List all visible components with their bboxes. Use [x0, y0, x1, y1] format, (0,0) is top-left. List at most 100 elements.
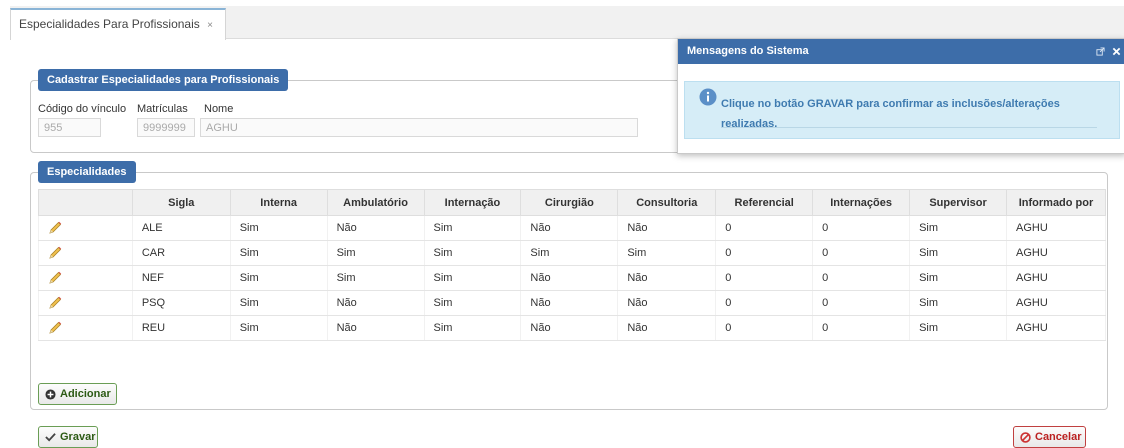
table-cell: Sim — [229, 265, 328, 291]
codigo-label: Código do vínculo — [38, 103, 127, 115]
cadastro-legend: Cadastrar Especialidades para Profission… — [38, 69, 289, 91]
table-cell: Não — [326, 215, 425, 241]
check-icon — [45, 432, 56, 442]
table-cell: Sim — [909, 240, 1008, 266]
table-cell: Sim — [423, 215, 522, 241]
column-header-actions — [38, 189, 133, 216]
table-cell: Sim — [423, 315, 522, 341]
table-cell: ALE — [131, 215, 231, 241]
table-cell: Não — [520, 315, 619, 341]
table-cell: AGHU — [1006, 265, 1106, 291]
table-cell: Não — [326, 290, 425, 316]
table-cell: Sim — [229, 240, 328, 266]
table-cell: Não — [326, 315, 425, 341]
system-messages-dialog: Mensagens do Sistema Clique no botão GRA… — [677, 38, 1124, 154]
message-divider — [721, 127, 1097, 128]
system-messages-header[interactable]: Mensagens do Sistema — [678, 39, 1124, 64]
table-cell: 0 — [812, 315, 911, 341]
table-cell: Sim — [617, 240, 717, 266]
pencil-icon[interactable] — [47, 271, 63, 285]
table-cell: 0 — [812, 290, 911, 316]
table-cell: Não — [520, 290, 619, 316]
table-cell: AGHU — [1006, 240, 1106, 266]
table-cell: CAR — [131, 240, 231, 266]
column-header[interactable]: Referencial — [715, 189, 814, 216]
matriculas-field[interactable]: 9999999 — [137, 118, 195, 137]
table-cell: Sim — [909, 315, 1008, 341]
table-cell: Não — [617, 290, 717, 316]
table-cell: 0 — [715, 215, 814, 241]
edit-cell — [38, 290, 133, 316]
popout-icon[interactable] — [1096, 47, 1105, 56]
matriculas-label: Matrículas — [137, 103, 188, 115]
tab-especialidades[interactable]: Especialidades Para Profissionais × — [10, 8, 226, 40]
column-header[interactable]: Sigla — [131, 189, 231, 216]
especialidades-legend: Especialidades — [38, 161, 136, 183]
gravar-label: Gravar — [60, 431, 96, 443]
table-row[interactable]: CAR Sim Sim Sim Sim Sim 0 0 Sim AGHU — [38, 240, 1106, 266]
table-cell: Não — [520, 215, 619, 241]
table-row[interactable]: NEF Sim Sim Sim Não Não 0 0 Sim AGHU — [38, 265, 1106, 291]
table-cell: Sim — [229, 290, 328, 316]
table-cell: Sim — [229, 215, 328, 241]
table-cell: Sim — [909, 215, 1008, 241]
table-row[interactable]: REU Sim Não Sim Não Não 0 0 Sim AGHU — [38, 315, 1106, 341]
table-cell: AGHU — [1006, 215, 1106, 241]
table-cell: AGHU — [1006, 290, 1106, 316]
table-header-row: Sigla Interna Ambulatório Internação Cir… — [38, 189, 1106, 216]
column-header[interactable]: Internações — [812, 189, 911, 216]
table-cell: 0 — [812, 265, 911, 291]
edit-cell — [38, 215, 133, 241]
pencil-icon[interactable] — [47, 246, 63, 260]
pencil-icon[interactable] — [47, 321, 63, 335]
close-icon[interactable] — [1112, 47, 1121, 56]
info-message-box: Clique no botão GRAVAR para confirmar as… — [684, 81, 1120, 139]
table-cell: PSQ — [131, 290, 231, 316]
table-cell: 0 — [715, 315, 814, 341]
table-cell: Sim — [326, 265, 425, 291]
info-icon — [699, 88, 717, 106]
edit-cell — [38, 265, 133, 291]
table-cell: Sim — [520, 240, 619, 266]
tab-label: Especialidades Para Profissionais — [19, 17, 200, 31]
column-header[interactable]: Internação — [423, 189, 522, 216]
table-cell: Sim — [423, 265, 522, 291]
table-cell: Não — [520, 265, 619, 291]
nome-field[interactable]: AGHU — [200, 118, 638, 137]
table-row[interactable]: PSQ Sim Não Sim Não Não 0 0 Sim AGHU — [38, 290, 1106, 316]
column-header[interactable]: Supervisor — [909, 189, 1008, 216]
system-messages-title: Mensagens do Sistema — [687, 45, 809, 57]
column-header[interactable]: Ambulatório — [326, 189, 425, 216]
table-cell: Não — [617, 215, 717, 241]
table-cell: NEF — [131, 265, 231, 291]
cancelar-label: Cancelar — [1035, 431, 1082, 443]
column-header[interactable]: Consultoria — [617, 189, 717, 216]
tab-bar: Especialidades Para Profissionais × — [10, 6, 1124, 40]
column-header[interactable]: Cirurgião — [520, 189, 619, 216]
pencil-icon[interactable] — [47, 296, 63, 310]
table-cell: Sim — [326, 240, 425, 266]
table-cell: 0 — [812, 215, 911, 241]
table-cell: 0 — [715, 240, 814, 266]
dialog-controls — [1096, 39, 1121, 64]
table-cell: 0 — [715, 290, 814, 316]
tab-close-icon[interactable]: × — [207, 20, 213, 31]
table-row[interactable]: ALE Sim Não Sim Não Não 0 0 Sim AGHU — [38, 215, 1106, 241]
edit-cell — [38, 315, 133, 341]
table-cell: Sim — [423, 290, 522, 316]
table-cell: Sim — [423, 240, 522, 266]
pencil-icon[interactable] — [47, 221, 63, 235]
especialidades-table: Sigla Interna Ambulatório Internação Cir… — [38, 189, 1106, 341]
adicionar-button[interactable]: Adicionar — [38, 383, 117, 405]
table-cell: Não — [617, 315, 717, 341]
column-header[interactable]: Informado por — [1006, 189, 1106, 216]
table-cell: Sim — [909, 290, 1008, 316]
table-cell: 0 — [715, 265, 814, 291]
edit-cell — [38, 240, 133, 266]
adicionar-label: Adicionar — [60, 388, 111, 400]
codigo-field[interactable]: 955 — [38, 118, 101, 137]
table-cell: AGHU — [1006, 315, 1106, 341]
table-cell: Sim — [229, 315, 328, 341]
table-cell: Não — [617, 265, 717, 291]
column-header[interactable]: Interna — [229, 189, 328, 216]
